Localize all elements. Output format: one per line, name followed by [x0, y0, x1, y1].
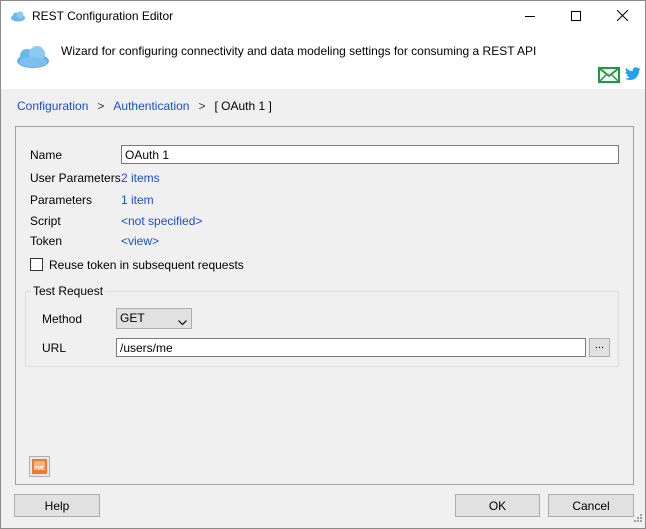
breadcrumb-configuration[interactable]: Configuration: [17, 99, 88, 113]
cloud-icon: [10, 10, 26, 25]
xml-icon: XML: [29, 456, 50, 480]
breadcrumb-separator: >: [198, 99, 206, 113]
method-label: Method: [42, 312, 83, 326]
reuse-token-checkbox[interactable]: [30, 258, 43, 271]
cancel-button[interactable]: Cancel: [548, 494, 634, 517]
reuse-token-label[interactable]: Reuse token in subsequent requests: [49, 258, 244, 272]
url-label: URL: [42, 341, 67, 355]
ok-button[interactable]: OK: [455, 494, 540, 517]
name-input[interactable]: [121, 145, 619, 164]
minimize-button[interactable]: [507, 1, 553, 32]
token-view-link[interactable]: <view>: [121, 234, 159, 248]
xml-button[interactable]: XML: [29, 456, 50, 480]
parameters-link[interactable]: 1 item: [121, 193, 154, 207]
url-input[interactable]: [116, 338, 586, 357]
wizard-description: Wizard for configuring connectivity and …: [61, 44, 537, 58]
title-bar: REST Configuration Editor: [1, 1, 645, 32]
oauth-settings-panel: Name User Parameters 2 items Parameters …: [15, 126, 634, 485]
wizard-header: Wizard for configuring connectivity and …: [1, 32, 645, 89]
xml-icon-label: XML: [34, 466, 46, 472]
script-label: Script: [30, 214, 61, 228]
user-parameters-link[interactable]: 2 items: [121, 171, 160, 185]
resize-grip-icon[interactable]: [633, 512, 643, 526]
maximize-icon: [571, 10, 581, 24]
token-label: Token: [30, 234, 63, 248]
close-icon: [616, 9, 628, 24]
script-link[interactable]: <not specified>: [121, 214, 202, 228]
user-parameters-label: User Parameters: [30, 171, 121, 185]
method-select[interactable]: GET: [116, 308, 192, 329]
window-title: REST Configuration Editor: [32, 9, 174, 23]
breadcrumb-separator: >: [97, 99, 105, 113]
rest-configuration-editor-window: REST Configuration Editor Wizard for con…: [0, 0, 646, 529]
breadcrumb-current: [ OAuth 1 ]: [214, 99, 272, 113]
chevron-down-icon: [178, 315, 187, 329]
minimize-icon: [525, 10, 535, 24]
method-value: GET: [120, 311, 145, 325]
maximize-button[interactable]: [553, 1, 599, 32]
cloud-icon: [15, 45, 51, 72]
parameters-label: Parameters: [30, 193, 93, 207]
url-browse-button[interactable]: ...: [589, 338, 610, 357]
mail-icon[interactable]: [598, 67, 620, 86]
breadcrumb-authentication[interactable]: Authentication: [113, 99, 189, 113]
test-request-group: Test Request Method GET URL ...: [25, 284, 619, 367]
name-label: Name: [30, 148, 63, 162]
breadcrumb: Configuration > Authentication > [ OAuth…: [17, 99, 272, 113]
help-button[interactable]: Help: [14, 494, 100, 517]
close-button[interactable]: [599, 1, 645, 32]
test-request-legend: Test Request: [31, 284, 106, 298]
twitter-icon[interactable]: [625, 67, 641, 84]
